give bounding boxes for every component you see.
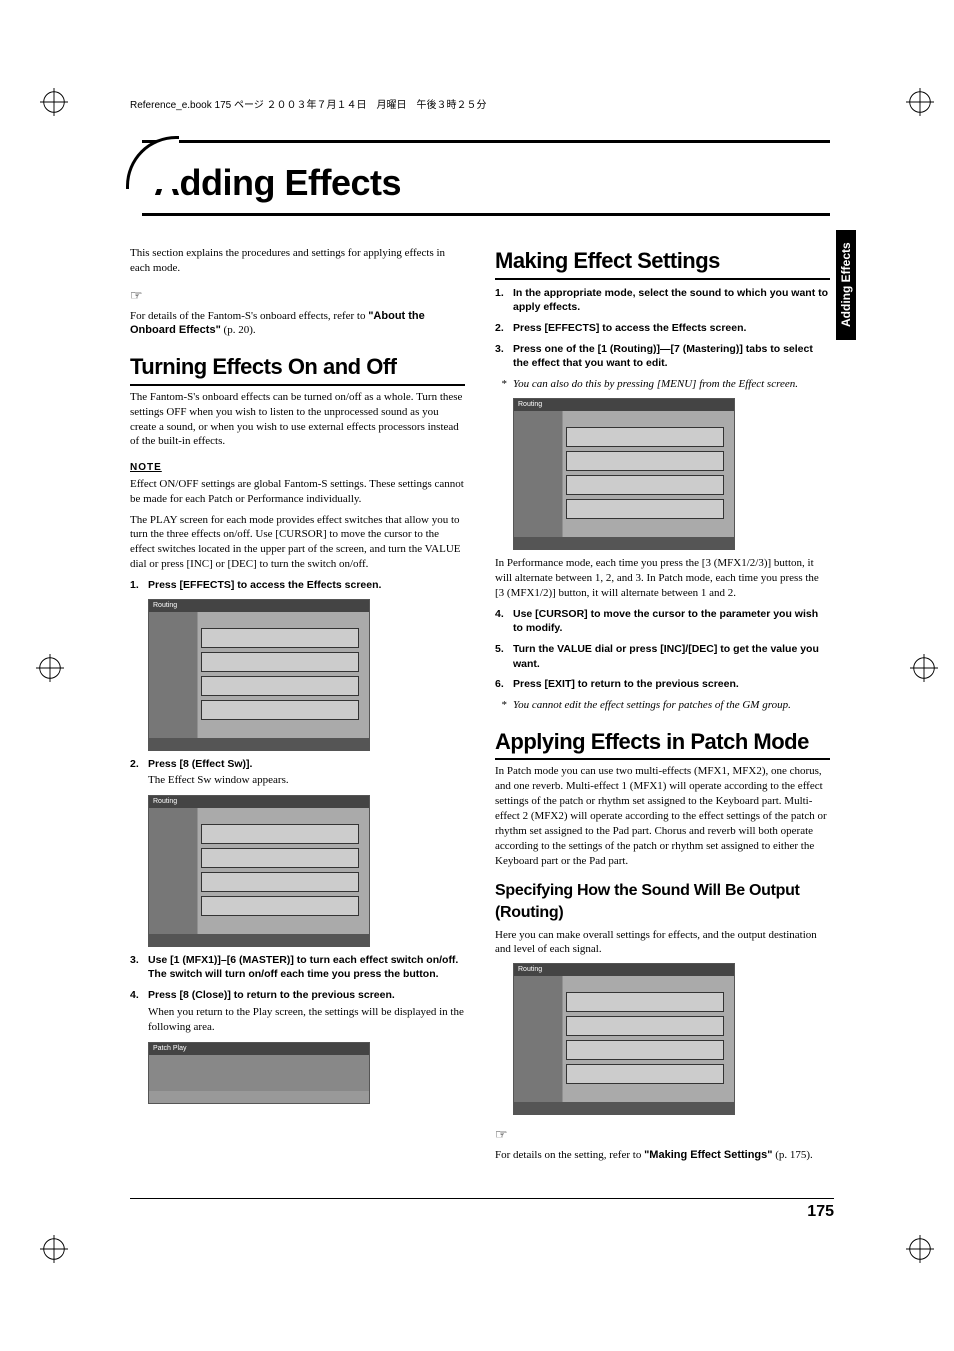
hint-text: For details of the Fantom-S's onboard ef… bbox=[130, 309, 465, 339]
screenshot-body bbox=[149, 612, 369, 738]
screenshot-footer bbox=[149, 934, 369, 946]
crop-mark-icon bbox=[40, 88, 68, 116]
note-icon: NOTE bbox=[130, 461, 162, 475]
screenshot-body bbox=[149, 1055, 369, 1091]
crop-mark-icon bbox=[910, 654, 938, 682]
screenshot-body bbox=[149, 808, 369, 934]
screenshot-titlebar: Routing bbox=[149, 796, 369, 808]
screenshot-body bbox=[514, 976, 734, 1102]
body-paragraph: The PLAY screen for each mode provides e… bbox=[130, 513, 465, 572]
hint-text: For details on the setting, refer to "Ma… bbox=[495, 1148, 830, 1163]
page-title-block: Adding Effects bbox=[130, 140, 830, 216]
crop-mark-icon bbox=[36, 654, 64, 682]
hint-icon bbox=[495, 1127, 508, 1146]
crop-mark-icon bbox=[906, 88, 934, 116]
step-item: In the appropriate mode, select the soun… bbox=[495, 286, 830, 315]
hint-prefix: For details on the setting, refer to bbox=[495, 1149, 644, 1161]
screenshot-titlebar: Routing bbox=[149, 600, 369, 612]
page-title: Adding Effects bbox=[154, 162, 830, 204]
step-item: Press [EXIT] to return to the previous s… bbox=[495, 677, 830, 692]
screenshot-patchplay: Patch Play bbox=[148, 1042, 370, 1104]
page-number: 175 bbox=[807, 1203, 834, 1221]
section-heading: Making Effect Settings bbox=[495, 246, 830, 280]
intro-paragraph: This section explains the procedures and… bbox=[130, 246, 465, 276]
screenshot-footer bbox=[514, 1102, 734, 1114]
hint-prefix: For details of the Fantom-S's onboard ef… bbox=[130, 310, 368, 322]
body-paragraph: In Patch mode you can use two multi-effe… bbox=[495, 764, 830, 868]
screenshot-titlebar: Routing bbox=[514, 399, 734, 411]
screenshot-footer bbox=[514, 537, 734, 549]
hint-page: (p. 20). bbox=[221, 324, 256, 336]
step-item: Press [EFFECTS] to access the Effects sc… bbox=[495, 321, 830, 336]
crop-mark-icon bbox=[40, 1235, 68, 1263]
step-item: Use [1 (MFX1)]–[6 (MASTER)] to turn each… bbox=[130, 953, 465, 982]
italic-note: You cannot edit the effect settings for … bbox=[495, 698, 830, 713]
title-corner bbox=[126, 136, 179, 189]
step-item: Press [8 (Effect Sw)]. The Effect Sw win… bbox=[130, 757, 465, 789]
step-item: Turn the VALUE dial or press [INC]/[DEC]… bbox=[495, 642, 830, 671]
section-heading: Applying Effects in Patch Mode bbox=[495, 727, 830, 761]
screenshot-titlebar: Patch Play bbox=[149, 1043, 369, 1055]
step-subtext: When you return to the Play screen, the … bbox=[148, 1005, 465, 1036]
step-item: Use [CURSOR] to move the cursor to the p… bbox=[495, 607, 830, 636]
footer-rule bbox=[130, 1198, 834, 1200]
section-heading: Turning Effects On and Off bbox=[130, 352, 465, 386]
hint-icon bbox=[130, 288, 143, 307]
right-column: Making Effect Settings In the appropriat… bbox=[495, 246, 830, 1169]
crop-mark-icon bbox=[906, 1235, 934, 1263]
hint-reference: "Making Effect Settings" bbox=[644, 1149, 772, 1161]
title-rule bbox=[142, 140, 830, 143]
body-paragraph: In Performance mode, each time you press… bbox=[495, 556, 830, 601]
screenshot-routing: Routing bbox=[513, 398, 735, 550]
screenshot-routing: Routing bbox=[513, 963, 735, 1115]
screenshot-footer bbox=[149, 738, 369, 750]
subsection-heading: Specifying How the Sound Will Be Output … bbox=[495, 880, 830, 923]
left-column: This section explains the procedures and… bbox=[130, 246, 465, 1169]
italic-note: You can also do this by pressing [MENU] … bbox=[495, 377, 830, 392]
screenshot-body bbox=[514, 411, 734, 537]
screenshot-effectsw: Routing bbox=[148, 795, 370, 947]
note-text: Effect ON/OFF settings are global Fantom… bbox=[130, 477, 465, 507]
body-paragraph: Here you can make overall settings for e… bbox=[495, 928, 830, 958]
body-paragraph: The Fantom-S's onboard effects can be tu… bbox=[130, 390, 465, 449]
side-tab: Adding Effects bbox=[836, 230, 856, 340]
step-text: Press [8 (Close)] to return to the previ… bbox=[148, 989, 395, 1001]
step-item: Press [EFFECTS] to access the Effects sc… bbox=[130, 578, 465, 593]
title-rule bbox=[142, 213, 830, 216]
step-item: Press one of the [1 (Routing)]—[7 (Maste… bbox=[495, 342, 830, 371]
page-meta-line: Reference_e.book 175 ページ ２００３年７月１４日 月曜日 … bbox=[130, 96, 487, 111]
step-subtext: The Effect Sw window appears. bbox=[148, 773, 465, 788]
hint-page: (p. 175). bbox=[772, 1149, 812, 1161]
step-text: Press [8 (Effect Sw)]. bbox=[148, 758, 252, 770]
step-item: Press [8 (Close)] to return to the previ… bbox=[130, 988, 465, 1035]
screenshot-routing: Routing bbox=[148, 599, 370, 751]
screenshot-titlebar: Routing bbox=[514, 964, 734, 976]
